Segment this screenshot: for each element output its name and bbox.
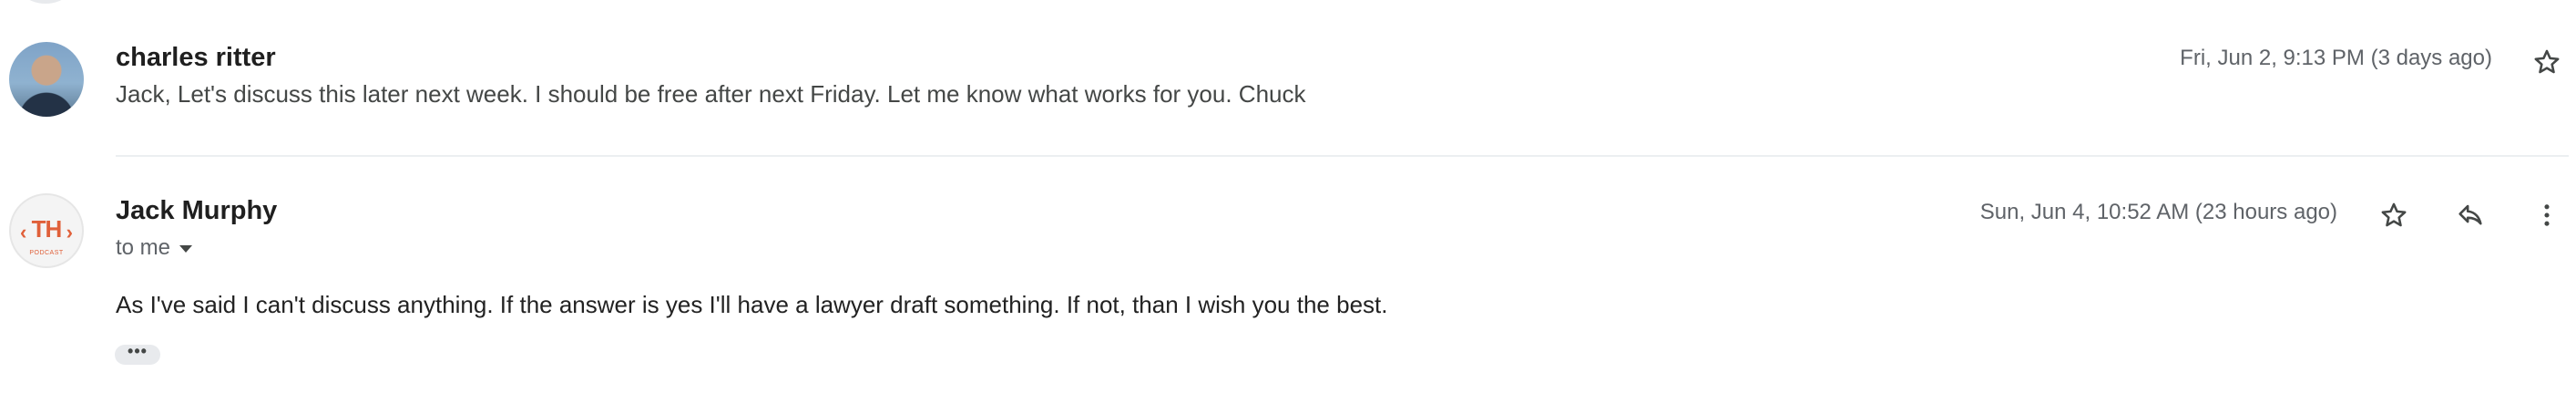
avatar-logo-text: TH (31, 214, 63, 243)
sender-avatar[interactable]: ‹ TH › PODCAST (9, 193, 84, 268)
star-icon (2381, 202, 2407, 227)
star-button[interactable] (2529, 44, 2565, 80)
avatar-logo-subtext: PODCAST (29, 250, 64, 256)
recipient-details-toggle[interactable]: to me (116, 235, 193, 261)
recipient-label: to me (116, 235, 171, 260)
message-date: Sun, Jun 4, 10:52 AM (23 hours ago) (1979, 200, 2337, 224)
message-expanded: ‹ TH › PODCAST Jack Murphy to me As I've… (0, 157, 2576, 414)
reply-icon (2458, 204, 2482, 225)
star-icon (2534, 49, 2560, 74)
more-options-button[interactable] (2529, 197, 2565, 233)
sender-name[interactable]: charles ritter (116, 43, 276, 73)
message-date: Fri, Jun 2, 9:13 PM (3 days ago) (2180, 46, 2492, 70)
message-snippet[interactable]: Jack, Let's discuss this later next week… (116, 80, 1306, 109)
show-trimmed-content-button[interactable]: ••• (115, 343, 160, 365)
more-vert-icon (2544, 204, 2550, 226)
sender-avatar[interactable] (9, 42, 84, 117)
logo-bracket-left: ‹ (20, 221, 27, 243)
chevron-down-icon (179, 245, 193, 253)
message-collapsed[interactable]: charles ritter Jack, Let's discuss this … (0, 0, 2576, 155)
sender-name[interactable]: Jack Murphy (116, 196, 277, 226)
message-body: As I've said I can't discuss anything. I… (116, 291, 1388, 318)
logo-bracket-right: › (66, 221, 73, 243)
star-button[interactable] (2376, 197, 2412, 233)
reply-button[interactable] (2452, 197, 2489, 233)
